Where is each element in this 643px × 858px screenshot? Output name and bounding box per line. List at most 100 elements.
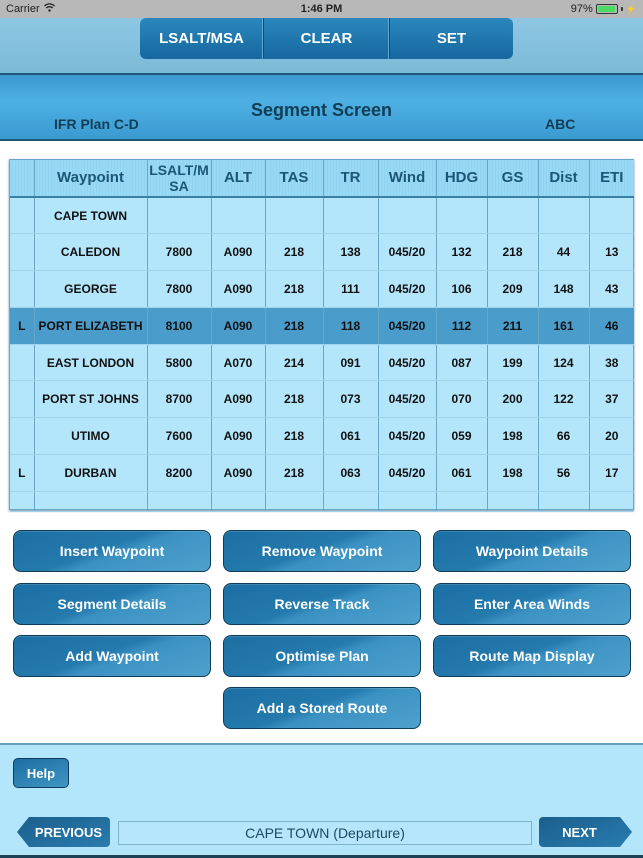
battery-nub [620,7,623,11]
enter-area-winds-button[interactable]: Enter Area Winds [433,583,631,625]
clear-button[interactable]: CLEAR [264,18,390,59]
col-header-tr: TR [323,160,379,197]
cell-tr: 063 [323,454,379,492]
cell-lsalt: 8200 [147,454,212,492]
cell-tas [265,197,324,235]
table-row[interactable]: PORT ST JOHNS 8700 A090 218 073 045/20 070 200 1… [10,380,634,419]
table-row[interactable]: L DURBAN 8200 A090 218 063 045/20 061 198 56 17 [10,454,634,492]
col-header-tas: TAS [265,160,324,197]
help-button[interactable]: Help [13,758,69,788]
battery-level [597,6,616,12]
cell-tas: 218 [265,417,324,456]
cell-waypoint: GEORGE [34,270,148,308]
cell-flag [10,344,35,382]
cell-eti: 17 [589,454,634,492]
add-stored-route-button[interactable]: Add a Stored Route [223,687,421,729]
add-waypoint-button[interactable]: Add Waypoint [13,635,211,677]
cell-dist: 122 [538,380,590,419]
clock: 1:46 PM [300,3,343,15]
current-segment-field: CAPE TOWN (Departure) [118,821,532,845]
cell-eti: 46 [589,307,634,345]
cell-gs: 198 [487,417,539,456]
cell-hdg: 087 [436,344,488,382]
cell-flag [10,417,35,456]
empty-cell [589,491,634,512]
table-row[interactable]: EAST LONDON 5800 A070 214 091 045/20 087 199 124… [10,344,634,382]
cell-hdg: 112 [436,307,488,345]
cell-dist: 148 [538,270,590,308]
cell-hdg: 132 [436,233,488,272]
battery-icon [595,4,618,14]
empty-cell [10,491,35,512]
cell-alt: A090 [211,233,266,272]
cell-wind: 045/20 [378,417,437,456]
col-header-eti: ETI [600,169,624,186]
cell-tas: 218 [265,233,324,272]
reverse-track-button[interactable]: Reverse Track [223,583,421,625]
table-row[interactable]: CALEDON 7800 A090 218 138 045/20 132 218 44 13 [10,233,634,272]
cell-wind: 045/20 [378,380,437,419]
header-bar: Segment Screen IFR Plan C-D ABC [0,75,643,141]
cell-tr: 111 [323,270,379,308]
cell-lsalt: 5800 [147,344,212,382]
cell-wind [378,197,437,235]
cell-tr: 091 [323,344,379,382]
cell-lsalt: 7800 [147,233,212,272]
top-toolbar: LSALT/MSA CLEAR SET [0,18,643,75]
segment-table: Waypoint LSALT/M SA ALT TAS TR Wind HDG G… [9,159,634,512]
cell-tr: 073 [323,380,379,419]
insert-waypoint-button[interactable]: Insert Waypoint [13,530,211,572]
action-button-grid: Insert Waypoint Remove Waypoint Waypoint… [13,530,631,730]
cell-hdg [436,197,488,235]
cell-waypoint: CAPE TOWN [34,197,148,235]
previous-button[interactable]: PREVIOUS [17,817,110,847]
col-header-alt: ALT [211,160,266,197]
cell-hdg: 059 [436,417,488,456]
table-row[interactable]: L PORT ELIZABETH 8100 A090 218 118 045/20 112 21… [10,307,634,345]
col-header-gs: GS [487,160,539,197]
cell-waypoint: CALEDON [34,233,148,272]
cell-gs: 198 [487,454,539,492]
next-button[interactable]: NEXT [539,817,632,847]
cell-wind: 045/20 [378,454,437,492]
cell-tas: 218 [265,307,324,345]
col-header-lsalt: LSALT/M SA [147,160,212,197]
cell-lsalt: 8100 [147,307,212,345]
cell-eti [589,197,634,235]
col-header-wind: Wind [378,160,437,197]
cell-wind: 045/20 [378,307,437,345]
table-row[interactable]: CAPE TOWN [10,197,634,235]
cell-alt: A090 [211,454,266,492]
segment-details-button[interactable]: Segment Details [13,583,211,625]
table-row[interactable]: UTIMO 7600 A090 218 061 045/20 059 198 66 20 [10,417,634,456]
cell-waypoint: PORT ST JOHNS [34,380,148,419]
empty-cell [436,491,488,512]
lsalt-msa-button[interactable]: LSALT/MSA [140,18,264,59]
user-code: ABC [545,116,576,132]
cell-wind: 045/20 [378,344,437,382]
cell-flag [10,380,35,419]
optimise-plan-button[interactable]: Optimise Plan [223,635,421,677]
cell-lsalt [147,197,212,235]
empty-row [10,491,634,512]
segmented-control: LSALT/MSA CLEAR SET [140,18,513,59]
cell-eti: 38 [589,344,634,382]
cell-waypoint: PORT ELIZABETH [34,307,148,345]
cell-tas: 214 [265,344,324,382]
table-row[interactable]: GEORGE 7800 A090 218 111 045/20 106 209 148 43 [10,270,634,308]
empty-cell [378,491,437,512]
cell-waypoint: UTIMO [34,417,148,456]
cell-tr [323,197,379,235]
waypoint-details-button[interactable]: Waypoint Details [433,530,631,572]
cell-dist: 124 [538,344,590,382]
cell-tr: 061 [323,417,379,456]
cell-waypoint: DURBAN [34,454,148,492]
cell-eti: 13 [589,233,634,272]
set-button[interactable]: SET [390,18,513,59]
empty-cell [538,491,590,512]
route-map-display-button[interactable]: Route Map Display [433,635,631,677]
col-header-dist: Dist [538,160,590,197]
bolt-icon: ⚡ [625,3,637,14]
cell-gs [487,197,539,235]
remove-waypoint-button[interactable]: Remove Waypoint [223,530,421,572]
